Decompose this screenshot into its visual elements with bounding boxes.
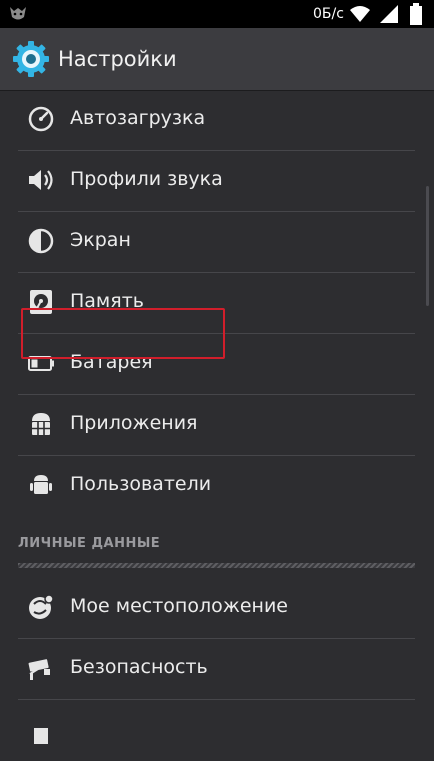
- settings-item-apps[interactable]: Приложения: [0, 395, 434, 456]
- display-icon: [28, 228, 54, 254]
- settings-item-label: Автозагрузка: [70, 107, 206, 129]
- settings-item-label: Мое местоположение: [70, 595, 288, 617]
- page-title: Настройки: [58, 47, 177, 71]
- settings-item-location[interactable]: Мое местоположение: [0, 578, 434, 639]
- settings-item-security[interactable]: Безопасность: [0, 639, 434, 700]
- users-icon: [30, 475, 52, 494]
- section-divider: [18, 563, 415, 568]
- settings-item-users[interactable]: Пользователи: [0, 456, 434, 517]
- security-icon: [28, 659, 50, 680]
- settings-item-display[interactable]: Экран: [0, 212, 434, 273]
- section-header-personal: ЛИЧНЫЕ ДАННЫЕ: [18, 536, 161, 551]
- settings-item-autostart[interactable]: Автозагрузка: [0, 90, 434, 151]
- wifi-icon: [350, 6, 370, 22]
- settings-list: Автозагрузка Профили звука Экран Память: [0, 90, 434, 744]
- action-bar: Настройки: [0, 28, 434, 91]
- sound-icon: [29, 170, 53, 190]
- settings-item-partial[interactable]: [0, 700, 434, 761]
- notification-icon: [10, 7, 26, 20]
- autostart-icon: [28, 106, 54, 132]
- account-icon: [34, 728, 48, 744]
- settings-item-label: Пользователи: [70, 473, 212, 495]
- settings-item-label: Приложения: [70, 412, 198, 434]
- highlight-annotation: [21, 308, 225, 359]
- scrollbar[interactable]: [426, 186, 429, 306]
- settings-item-sound[interactable]: Профили звука: [0, 151, 434, 212]
- settings-gear-icon[interactable]: [12, 40, 50, 78]
- location-icon: [29, 594, 54, 619]
- settings-item-label: Экран: [70, 229, 131, 251]
- status-bar: 0Б/с: [0, 0, 434, 28]
- settings-item-label: Безопасность: [70, 656, 208, 678]
- signal-icon: [380, 5, 398, 23]
- settings-item-label: Профили звука: [70, 168, 223, 190]
- apps-icon: [32, 413, 50, 435]
- battery-icon: [410, 3, 422, 25]
- network-speed: 0Б/с: [313, 6, 344, 22]
